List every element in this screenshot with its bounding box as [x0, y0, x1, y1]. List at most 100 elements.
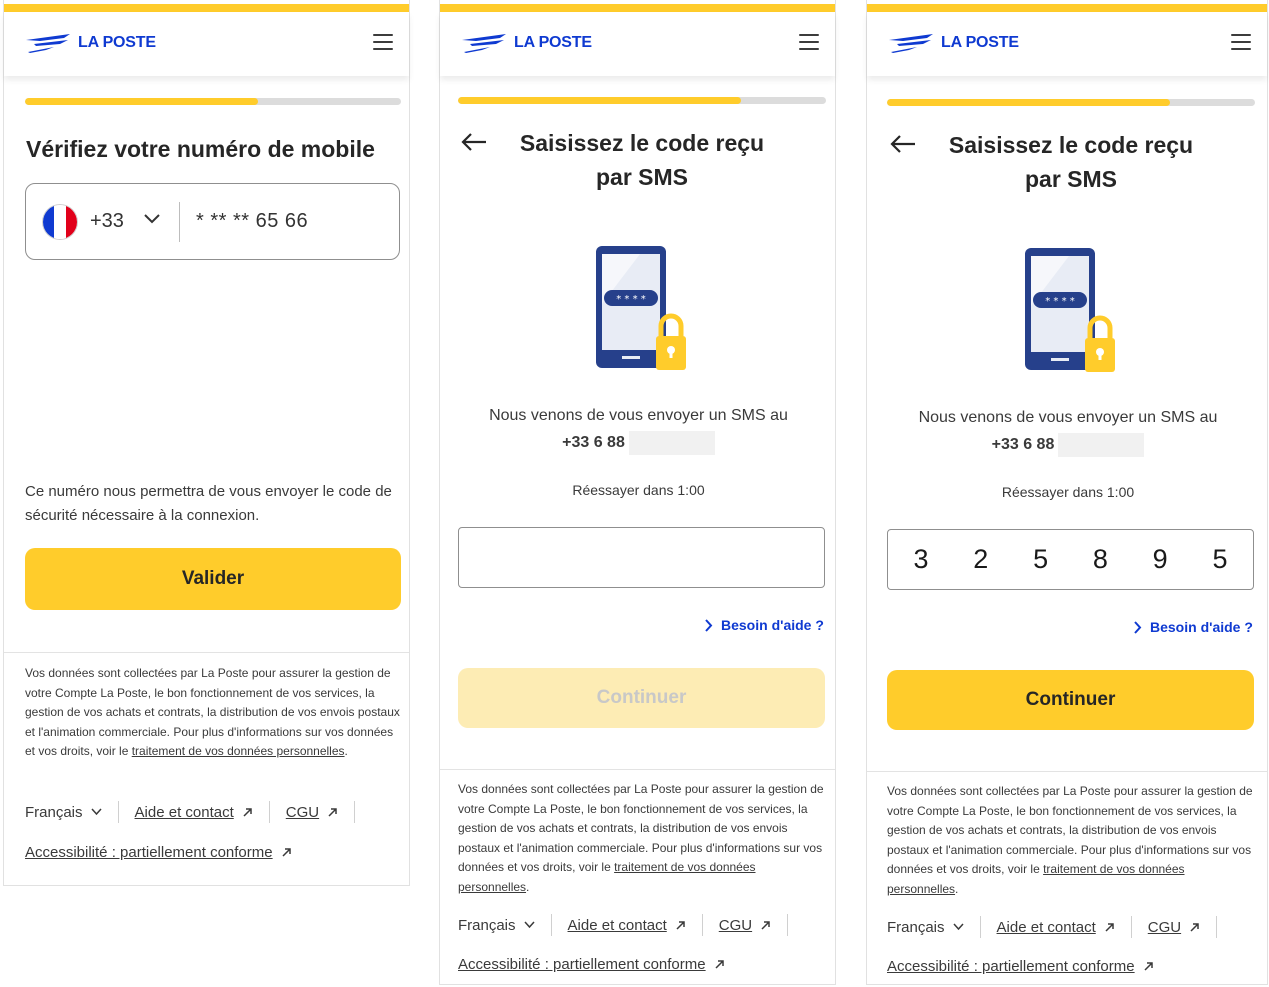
legal-text: Vos données sont collectées par La Poste… [887, 782, 1257, 899]
logo-text: LA POSTE [78, 34, 156, 51]
page-title: Saisissez le code reçu par SMS [919, 128, 1223, 196]
la-poste-bird-icon [889, 34, 933, 53]
language-select[interactable]: Français [25, 804, 102, 821]
field-separator [179, 202, 180, 242]
top-accent-bar [867, 4, 1267, 12]
redacted-number [1058, 432, 1145, 457]
divider [440, 769, 835, 770]
retry-timer: Réessayer dans 1:00 [572, 482, 705, 498]
continue-button[interactable]: Continuer [887, 670, 1254, 730]
language-label: Français [458, 916, 516, 934]
accessibility-row: Accessibilité : partiellement conforme [458, 956, 725, 973]
chevron-right-icon [705, 618, 713, 632]
la-poste-bird-icon [26, 34, 70, 53]
external-link-icon [1144, 962, 1153, 971]
footer-links: Français Aide et contact CGU [458, 914, 804, 936]
legal-end: . [526, 879, 530, 894]
retry-timer: Réessayer dans 1:00 [1001, 484, 1135, 500]
help-contact-link[interactable]: Aide et contact [997, 919, 1096, 936]
accessibility-link[interactable]: Accessibilité : partiellement conforme [458, 956, 706, 973]
help-contact-link[interactable]: Aide et contact [568, 917, 667, 934]
header: LA POSTE [867, 12, 1267, 76]
la-poste-logo[interactable]: LA POSTE [460, 32, 592, 54]
help-contact-link[interactable]: Aide et contact [135, 804, 234, 821]
country-code[interactable]: +33 [90, 210, 124, 233]
page-title: Vérifiez votre numéro de mobile [26, 136, 375, 162]
validate-button[interactable]: Valider [25, 548, 401, 610]
code-digit: 9 [1152, 544, 1168, 574]
footer-links: Français Aide et contact CGU [25, 801, 371, 823]
legal-end: . [344, 744, 348, 758]
progress-bar [25, 98, 401, 105]
personal-data-link[interactable]: traitement de vos données personnelles [132, 744, 345, 758]
svg-text:* * * *: * * * * [616, 294, 646, 305]
back-arrow-icon[interactable] [460, 131, 488, 153]
legal-text: Vos données sont collectées par La Poste… [458, 780, 828, 897]
divider [4, 652, 409, 653]
sms-phone-lock-icon: * * * * [1025, 248, 1115, 372]
continue-button[interactable]: Continuer [458, 668, 825, 728]
accessibility-row: Accessibilité : partiellement conforme [887, 958, 1154, 975]
cgu-link[interactable]: CGU [286, 804, 319, 821]
legal-end: . [955, 881, 959, 896]
hamburger-menu-icon[interactable] [373, 34, 393, 52]
help-link[interactable]: Besoin d'aide ? [1133, 619, 1253, 635]
accessibility-link[interactable]: Accessibilité : partiellement conforme [25, 844, 273, 861]
chevron-down-icon[interactable] [143, 212, 161, 226]
code-digit: 8 [1092, 544, 1108, 574]
external-link-icon [328, 807, 337, 817]
sms-sent-text: Nous venons de vous envoyer un SMS au +3… [440, 402, 837, 456]
sms-sent-line: Nous venons de vous envoyer un SMS au [918, 409, 1218, 426]
sms-sent-text: Nous venons de vous envoyer un SMS au +3… [867, 404, 1269, 458]
external-link-icon [676, 920, 685, 930]
cgu-link[interactable]: CGU [719, 917, 752, 934]
help-label: Besoin d'aide ? [721, 617, 824, 633]
sms-sent-line: Nous venons de vous envoyer un SMS au [489, 407, 788, 424]
logo-text: LA POSTE [941, 34, 1019, 51]
back-arrow-icon[interactable] [889, 133, 917, 155]
code-digits: 3 2 5 8 9 5 [888, 530, 1253, 589]
cgu-link[interactable]: CGU [1148, 919, 1181, 936]
language-select[interactable]: Français [887, 919, 964, 936]
svg-text:* * * *: * * * * [1045, 296, 1075, 307]
top-accent-bar [440, 4, 835, 12]
divider [867, 771, 1267, 772]
external-link-icon [1190, 922, 1199, 932]
la-poste-bird-icon [462, 34, 506, 53]
language-select[interactable]: Français [458, 917, 535, 934]
screen-verify-mobile: LA POSTE Vérifiez votre numéro de mobile… [3, 0, 410, 886]
phone-input[interactable]: * ** ** 65 66 [196, 210, 308, 233]
header: LA POSTE [440, 12, 835, 76]
phone-partial: +33 6 88 [562, 434, 625, 451]
code-digit: 5 [1033, 544, 1049, 574]
france-flag-icon[interactable] [43, 205, 77, 239]
hamburger-menu-icon[interactable] [799, 34, 819, 52]
code-digit: 2 [973, 544, 989, 574]
logo-text: LA POSTE [514, 34, 592, 51]
external-link-icon [761, 920, 770, 930]
la-poste-logo[interactable]: LA POSTE [24, 32, 156, 54]
page-title: Saisissez le code reçu par SMS [490, 126, 794, 194]
hamburger-menu-icon[interactable] [1231, 34, 1251, 52]
sms-code-input[interactable]: 3 2 5 8 9 5 [887, 529, 1254, 590]
chevron-down-icon [90, 808, 102, 816]
progress-bar [887, 99, 1255, 106]
help-link[interactable]: Besoin d'aide ? [704, 617, 824, 633]
sms-code-input[interactable] [458, 527, 825, 588]
accessibility-link[interactable]: Accessibilité : partiellement conforme [887, 958, 1135, 975]
language-label: Français [887, 918, 945, 936]
chevron-right-icon [1134, 620, 1142, 634]
la-poste-logo[interactable]: LA POSTE [887, 32, 1019, 54]
redacted-number [628, 430, 715, 455]
chevron-down-icon [952, 923, 964, 931]
external-link-icon [715, 960, 724, 969]
title-line-2: par SMS [595, 164, 689, 190]
screen-sms-code-empty: LA POSTE Saisissez le code reçu par SMS … [439, 0, 836, 985]
accessibility-row: Accessibilité : partiellement conforme [25, 844, 292, 861]
sms-phone-lock-icon: * * * * [596, 246, 686, 370]
code-digit: 5 [1212, 544, 1228, 574]
external-link-icon [1105, 922, 1114, 932]
legal-text: Vos données sont collectées par La Poste… [25, 664, 403, 762]
phone-partial: +33 6 88 [991, 436, 1055, 453]
phone-field[interactable]: +33 * ** ** 65 66 [25, 183, 400, 260]
